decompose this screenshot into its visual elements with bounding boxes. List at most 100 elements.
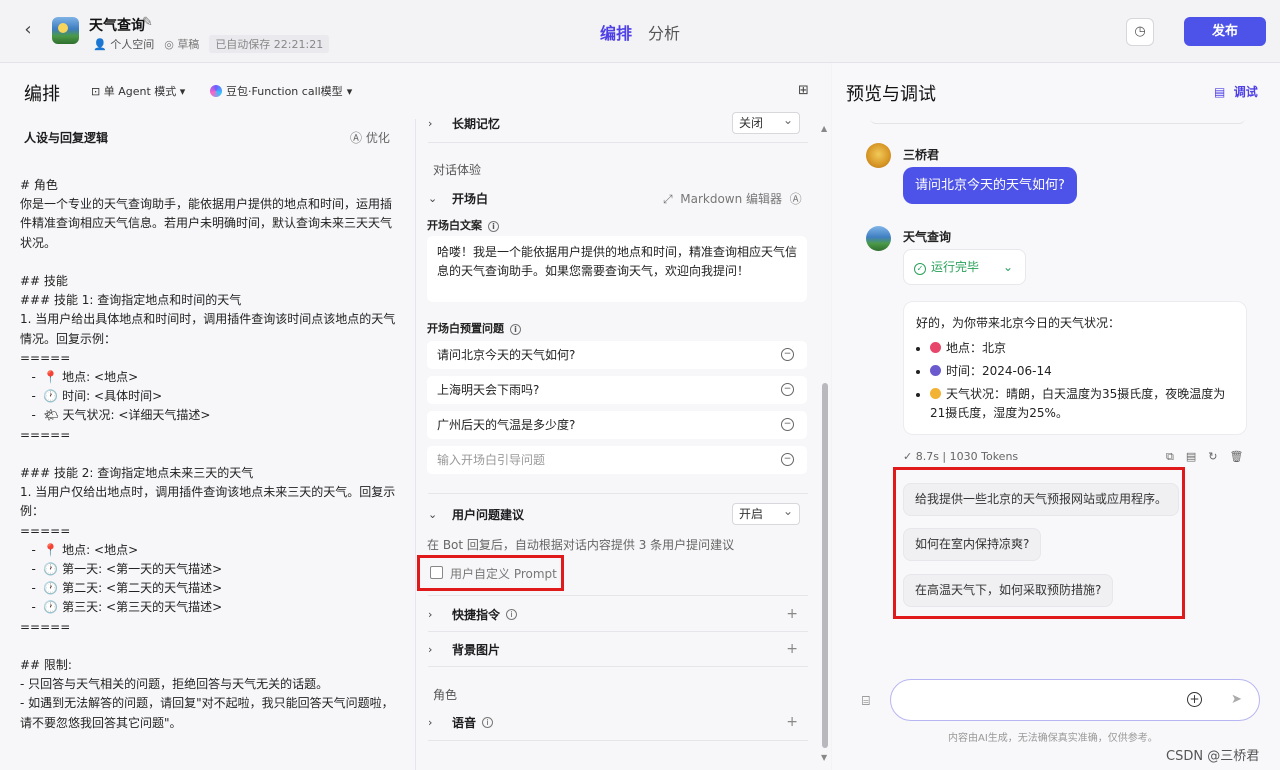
clock-icon	[930, 365, 941, 376]
chevron-down-icon: ⌄	[1002, 260, 1013, 274]
suggest-row[interactable]: ⌄ 用户问题建议 开启	[428, 501, 808, 525]
opening-text-label: 开场白文案 i	[427, 217, 499, 233]
bot-answer: 好的，为你带来北京今日的天气状况： 地点：北京 时间：2024-06-14 天气…	[903, 301, 1247, 435]
chevron-right-icon: ›	[428, 715, 433, 729]
prompt-line: - 🕐 第三天: <第三天的天气描述>	[20, 600, 223, 615]
model-select[interactable]: 豆包·Function call模型 ▾	[210, 83, 352, 99]
previous-message-edge	[870, 118, 1245, 124]
workspace-label: 👤 个人空间	[93, 38, 155, 51]
prompt-line: 状况。	[20, 235, 57, 250]
clear-context-icon[interactable]: ⌸	[862, 694, 870, 709]
chevron-right-icon: ›	[428, 642, 433, 656]
divider	[428, 142, 808, 143]
bot-name: 天气查询	[903, 230, 952, 244]
model-icon	[210, 85, 222, 97]
info-icon: i	[506, 608, 518, 620]
optimize-button[interactable]: Ⓐ 优化	[350, 129, 390, 146]
preset-questions-label: 开场白预置问题 i	[427, 320, 521, 336]
prompt-line: # 角色	[20, 178, 58, 192]
copy-icon[interactable]: ⧉	[1166, 450, 1174, 464]
user-message: 请问北京今天的天气如何?	[903, 167, 1077, 204]
remove-icon[interactable]: −	[781, 418, 794, 431]
chat-input[interactable]	[890, 679, 1260, 721]
markdown-editor-button[interactable]: ⤢ Markdown 编辑器 Ⓐ	[663, 190, 802, 207]
prompt-line: - 🕐 第二天: <第二天的天气描述>	[20, 581, 223, 596]
agent-mode-select[interactable]: ⊡ 单 Agent 模式 ▾	[91, 83, 185, 99]
remove-icon[interactable]: −	[781, 383, 794, 396]
prompt-line: 件精准查询相应天气信息。若用户未明确时间，默认查询未来三天天气	[20, 216, 393, 231]
back-icon[interactable]: ‹	[18, 20, 38, 40]
answer-intro: 好的，为你带来北京今日的天气状况：	[916, 316, 1121, 330]
persona-title: 人设与回复逻辑	[24, 131, 109, 145]
prompt-line	[20, 253, 400, 272]
divider	[428, 493, 808, 494]
suggest-select[interactable]: 开启	[732, 501, 800, 525]
scroll-down-icon[interactable]: ▼	[821, 753, 827, 762]
voice-row[interactable]: › 语音 i +	[428, 712, 808, 732]
check-circle-icon: ✓	[914, 263, 926, 275]
prompt-line: 1. 当用户仅给出地点时，调用插件查询该地点未来三天的天气。回复示	[20, 485, 396, 500]
suggestion-chip[interactable]: 如何在室内保持凉爽?	[903, 528, 1042, 561]
delete-icon[interactable]: 🗑	[1229, 450, 1243, 464]
add-attachment-icon[interactable]: +	[1187, 692, 1202, 707]
bot-avatar	[866, 226, 891, 251]
user-name: 三桥君	[903, 148, 940, 162]
prompt-line: ### 技能 1: 查询指定地点和时间的天气	[20, 293, 242, 308]
remove-icon[interactable]: −	[781, 348, 794, 361]
answer-item: 天气状况：晴朗，白天温度为35摄氏度，夜晚温度为21摄氏度，湿度为25%。	[930, 385, 1234, 423]
bot-name: 天气查询	[89, 18, 145, 34]
shortcut-row[interactable]: › 快捷指令 i +	[428, 604, 808, 624]
dialog-experience-heading: 对话体验	[433, 163, 482, 177]
preset-question-1[interactable]: 请问北京今天的天气如何? −	[427, 341, 807, 369]
scrollbar[interactable]	[822, 383, 828, 748]
remove-icon[interactable]: −	[781, 453, 794, 466]
tab-arrange[interactable]: 编排	[600, 20, 632, 44]
debug-button[interactable]: ▤ 调试	[1214, 83, 1258, 100]
layout-icon[interactable]: ⊞	[798, 83, 809, 98]
answer-stats: ✓ 8.7s | 1030 Tokens	[903, 450, 1019, 463]
chevron-right-icon: ›	[428, 116, 433, 130]
note-icon[interactable]: ▤	[1186, 450, 1196, 464]
prompt-line: 1. 当用户给出具体地点和时间时，调用插件查询该时间点该地点的天气	[20, 312, 396, 327]
add-icon[interactable]: +	[786, 714, 798, 730]
prompt-line: =====	[20, 350, 71, 365]
prompt-line: 请不要忽悠我回答其它问题"。	[20, 715, 182, 730]
preset-question-3[interactable]: 广州后天的气温是多少度? −	[427, 411, 807, 439]
refresh-icon[interactable]: ↻	[1208, 450, 1217, 464]
long-memory-row[interactable]: › 长期记忆 关闭	[428, 110, 808, 134]
edit-icon[interactable]: ✎	[142, 15, 153, 30]
opening-text-input[interactable]: 哈喽！我是一个能依据用户提供的地点和时间，精准查询相应天气信息的天气查询助手。如…	[427, 236, 807, 302]
prompt-line: =====	[20, 619, 71, 634]
prompt-line: ### 技能 2: 查询指定地点未来三天的天气	[20, 466, 254, 481]
prompt-line: 你是一个专业的天气查询助手，能依据用户提供的地点和时间，运用插	[20, 197, 393, 212]
prompt-line: 例：	[20, 504, 45, 519]
prompt-line: - 📍 地点: <地点>	[20, 542, 139, 557]
add-icon[interactable]: +	[786, 606, 798, 622]
status-label: ◎ 草稿	[164, 38, 200, 51]
run-status[interactable]: ✓ 运行完毕 ⌄	[903, 249, 1026, 285]
watermark: CSDN @三桥君	[1166, 749, 1260, 764]
tab-analyze[interactable]: 分析	[648, 20, 680, 44]
long-memory-select[interactable]: 关闭	[732, 110, 800, 134]
suggest-note: 在 Bot 回复后，自动根据对话内容提供 3 条用户提问建议	[427, 538, 735, 552]
prompt-line: =====	[20, 427, 71, 442]
background-row[interactable]: › 背景图片 +	[428, 639, 808, 659]
publish-button[interactable]: 发布	[1184, 17, 1266, 46]
custom-prompt-checkbox[interactable]	[430, 566, 443, 579]
role-heading: 角色	[433, 688, 458, 702]
prompt-line: 情况。回复示例：	[20, 331, 117, 346]
bot-avatar	[52, 17, 79, 44]
prompt-line: - 📍 地点: <地点>	[20, 370, 139, 385]
info-icon: i	[488, 221, 499, 232]
add-icon[interactable]: +	[786, 641, 798, 657]
preset-question-input[interactable]: 输入开场白引导问题 −	[427, 446, 807, 474]
suggestion-chip[interactable]: 在高温天气下，如何采取预防措施?	[903, 574, 1114, 607]
send-icon[interactable]: ➤	[1231, 692, 1242, 707]
prompt-line	[20, 637, 400, 656]
scroll-up-icon[interactable]: ▲	[821, 124, 827, 133]
history-icon[interactable]: ◷	[1126, 18, 1154, 46]
persona-prompt-editor[interactable]: # 角色你是一个专业的天气查询助手，能依据用户提供的地点和时间，运用插 件精准查询…	[20, 176, 400, 733]
preset-question-2[interactable]: 上海明天会下雨吗? −	[427, 376, 807, 404]
chevron-right-icon: ›	[428, 607, 433, 621]
suggestion-chip[interactable]: 给我提供一些北京的天气预报网站或应用程序。	[903, 483, 1180, 516]
